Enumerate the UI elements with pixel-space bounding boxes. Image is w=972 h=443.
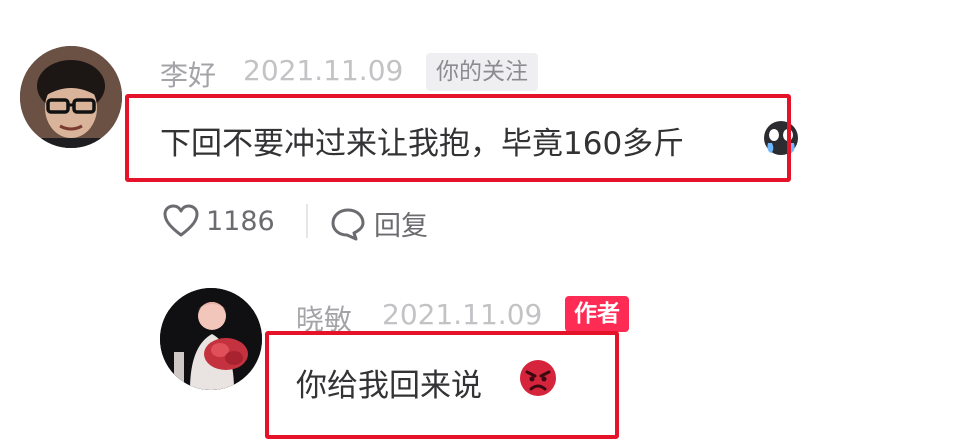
like-button[interactable]: 1186	[162, 204, 275, 238]
reply-label: 回复	[374, 211, 428, 242]
comment-highlight-box	[125, 94, 791, 182]
follow-badge: 你的关注	[426, 53, 538, 91]
author-badge: 作者	[565, 296, 629, 332]
reply-timestamp: 2021.11.09	[382, 298, 543, 331]
heart-icon	[163, 204, 199, 237]
reply-button[interactable]: 回复	[330, 204, 428, 243]
like-count: 1186	[206, 205, 275, 237]
action-divider	[306, 204, 308, 238]
reply-highlight-box	[265, 331, 619, 439]
commenter-avatar[interactable]	[20, 46, 122, 148]
author-avatar[interactable]	[160, 288, 262, 390]
commenter-name[interactable]: 李好	[160, 54, 216, 94]
reply-bubble-icon	[331, 208, 365, 240]
comment-timestamp: 2021.11.09	[243, 54, 404, 87]
